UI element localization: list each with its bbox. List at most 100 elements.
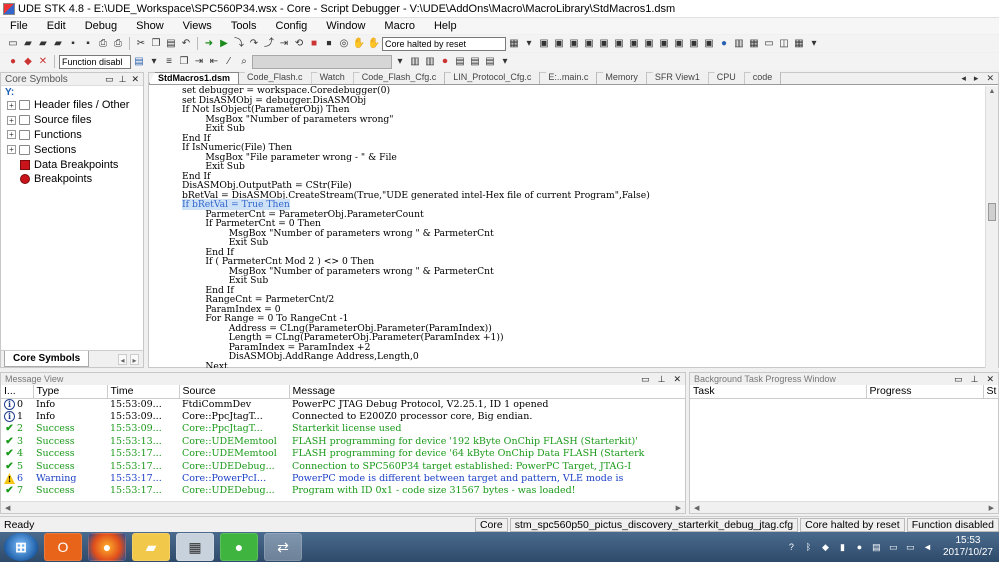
code-line[interactable]: Exit Sub (149, 162, 986, 172)
tab-sfr-view[interactable]: SFR View1 (646, 72, 709, 84)
table-row[interactable]: ✔ 3 Success 15:53:13... Core::UDEMemtool FLAS… (1, 435, 685, 447)
scroll-left-icon[interactable]: ◂ (118, 353, 127, 365)
restore-icon[interactable]: ▭ (641, 374, 650, 384)
tab-memory[interactable]: Memory (597, 72, 647, 84)
print-icon[interactable]: ⎙ (96, 37, 110, 50)
close-icon[interactable]: ✕ (131, 74, 139, 84)
restore-icon[interactable]: ▭ (105, 74, 114, 84)
layout-icon[interactable]: ▦ (507, 37, 521, 50)
table-row[interactable]: ✔ 5 Success 15:53:17... Core::UDEDebug... Con… (1, 460, 685, 472)
column-header-source[interactable]: Source (179, 385, 290, 399)
expand-icon[interactable]: + (7, 115, 16, 125)
pin-icon[interactable]: ⊥ (119, 74, 127, 84)
scroll-left-icon[interactable]: ◀ (694, 504, 699, 512)
menu-edit[interactable]: Edit (37, 20, 75, 32)
find-icon[interactable]: ⌕ (237, 55, 251, 68)
code-line[interactable]: MsgBox "Number of parameters wrong " & P… (149, 266, 986, 277)
table-row[interactable]: ✔ 4 Success 15:53:17... Core::UDEMemtool FLAS… (1, 448, 685, 460)
tab-code[interactable]: code (744, 72, 782, 84)
table-row[interactable]: i 1 Info 15:53:09... Core::PpcJtagT... Connec… (1, 410, 685, 423)
step-into-icon[interactable]: ⤵ (232, 37, 246, 50)
code-line[interactable]: MsgBox "File parameter wrong - " & File (149, 152, 986, 163)
copy-icon[interactable]: ❐ (149, 37, 163, 50)
paste-icon[interactable]: ▤ (164, 37, 178, 50)
menu-window[interactable]: Window (316, 20, 374, 32)
view-watch-icon[interactable]: ▣ (567, 37, 581, 50)
target-icon[interactable]: ◎ (337, 37, 351, 50)
scroll-up-icon[interactable]: ▲ (986, 86, 998, 98)
symbol-filter-icon[interactable]: Y: (1, 86, 143, 98)
search-combo[interactable] (252, 54, 392, 69)
pin-icon[interactable]: ⊥ (658, 374, 666, 384)
save-all-icon[interactable]: ▪ (81, 37, 95, 50)
monitor-icon[interactable]: ▭ (905, 542, 916, 553)
menu-tools[interactable]: Tools (221, 20, 266, 32)
globe-icon[interactable]: ● (717, 37, 731, 50)
animate-icon[interactable]: ⟲ (292, 37, 306, 50)
tab-watch[interactable]: Watch (311, 72, 354, 84)
clear-breakpoints-icon[interactable]: ✕ (36, 55, 50, 68)
expand-icon[interactable]: + (7, 130, 16, 140)
view-terminal-icon[interactable]: ▣ (687, 37, 701, 50)
shield-icon[interactable]: ◆ (820, 542, 831, 553)
firefox-icon[interactable]: ● (88, 533, 126, 561)
run-icon[interactable]: ▶ (217, 37, 231, 50)
column-header-progress[interactable]: Progress (866, 385, 984, 399)
breakpoint-icon[interactable]: ● (6, 55, 20, 68)
split-icon[interactable]: ◫ (777, 37, 791, 50)
tab-scroll-right-icon[interactable]: ▸ (974, 73, 979, 84)
scroll-right-icon[interactable]: ▶ (989, 504, 994, 512)
view-locals-icon[interactable]: ▣ (597, 37, 611, 50)
new-file-icon[interactable]: ▭ (6, 37, 20, 50)
comment-icon[interactable]: ⁄ (222, 55, 236, 68)
pin-icon[interactable]: ⊥ (971, 374, 979, 384)
menu-debug[interactable]: Debug (75, 20, 126, 32)
close-icon[interactable]: ✕ (986, 374, 994, 384)
column-header-message[interactable]: Message (289, 385, 686, 399)
start-button[interactable]: ⊞ (4, 533, 38, 561)
hand-icon[interactable]: ✋ (352, 37, 366, 50)
code-line[interactable]: MsgBox "Number of parameters wrong " & P… (149, 228, 986, 239)
view-profile-icon[interactable]: ▣ (672, 37, 686, 50)
menu-views[interactable]: Views (173, 20, 221, 32)
hand-alt-icon[interactable]: ✋ (367, 37, 381, 50)
dropdown-arrow-icon[interactable]: ▾ (498, 55, 512, 68)
scroll-right-icon[interactable]: ▶ (676, 504, 681, 512)
macro-record-icon[interactable]: ▥ (423, 55, 437, 68)
macro-run-icon[interactable]: ▥ (408, 55, 422, 68)
menu-macro[interactable]: Macro (374, 20, 424, 32)
column-header-time[interactable]: Time (107, 385, 180, 399)
window-icon[interactable]: ▭ (762, 37, 776, 50)
tree-item-functions[interactable]: + Functions (1, 128, 143, 143)
tree-item-header-files[interactable]: + Header files / Other (1, 98, 143, 113)
table-row[interactable]: ✔ 2 Success 15:53:09... Core::PpcJtagT... Sta… (1, 423, 685, 435)
close-icon[interactable]: ✕ (673, 374, 681, 384)
help-icon[interactable]: ? (786, 542, 797, 553)
outdent-icon[interactable]: ⇤ (207, 55, 221, 68)
column-header-index[interactable]: I... (1, 385, 34, 399)
dropdown-arrow-icon[interactable]: ▾ (147, 55, 161, 68)
wechat-tray-icon[interactable]: ● (854, 542, 865, 553)
code-line[interactable]: Exit Sub (149, 124, 986, 134)
grid-icon[interactable]: ▦ (747, 37, 761, 50)
dropdown-arrow-icon[interactable]: ▾ (522, 37, 536, 50)
menu-help[interactable]: Help (424, 20, 466, 32)
display-icon[interactable]: ▭ (888, 542, 899, 553)
expand-icon[interactable]: + (7, 145, 16, 155)
menu-file[interactable]: File (0, 20, 37, 32)
view-sfr-icon[interactable]: ▣ (612, 37, 626, 50)
filter-icon[interactable]: ▤ (132, 55, 146, 68)
view-disasm-icon[interactable]: ▣ (627, 37, 641, 50)
macro-edit-icon[interactable]: ▤ (453, 55, 467, 68)
view-graph-icon[interactable]: ▣ (657, 37, 671, 50)
reset-icon[interactable]: ⏹ (322, 37, 336, 50)
scroll-right-icon[interactable]: ▸ (130, 353, 139, 365)
view-memory-icon[interactable]: ▣ (537, 37, 551, 50)
view-coverage-icon[interactable]: ▣ (702, 37, 716, 50)
file-explorer-icon[interactable]: ▰ (132, 533, 170, 561)
print-preview-icon[interactable]: ⎙ (111, 37, 125, 50)
message-horizontal-scrollbar[interactable]: ◀ ▶ (1, 501, 685, 513)
ude-app-icon[interactable]: ⇄ (264, 533, 302, 561)
column-header-task[interactable]: Task (690, 385, 867, 399)
tab-cpu[interactable]: CPU (708, 72, 745, 84)
